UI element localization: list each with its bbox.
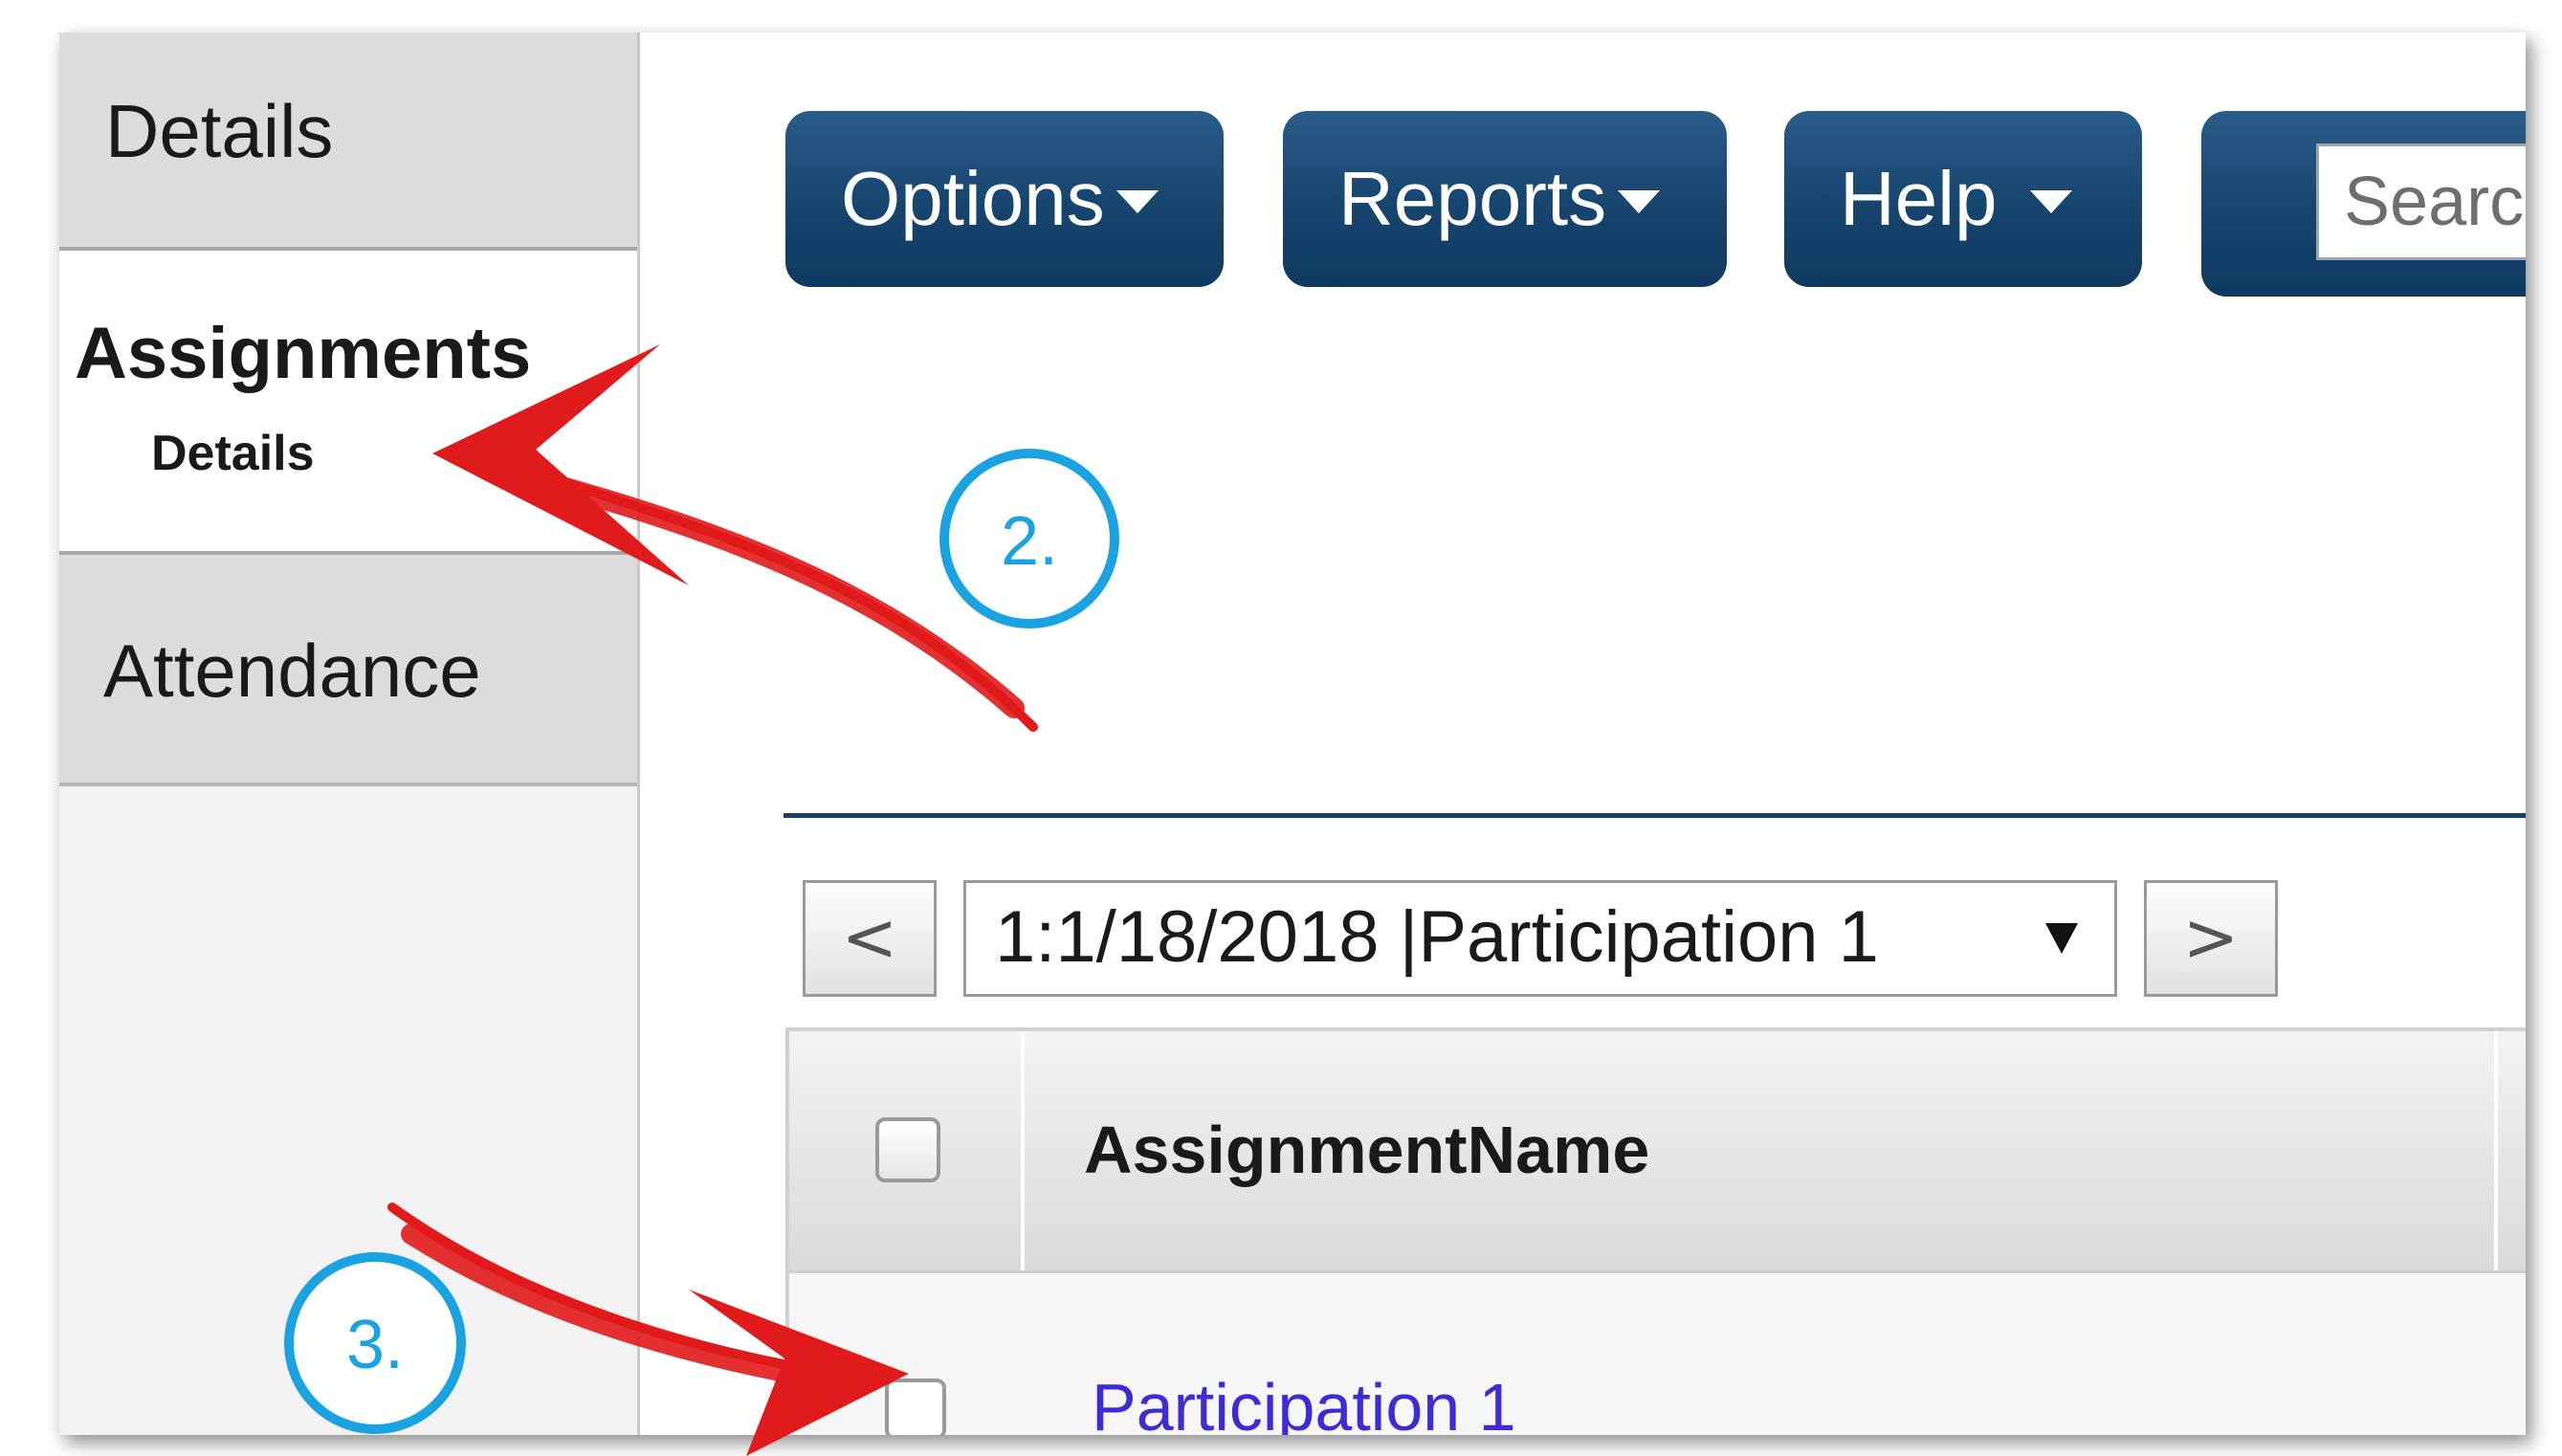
caret-down-icon: [2029, 189, 2072, 213]
assignments-table: AssignmentName D Participation 1 1: [785, 1027, 2526, 1435]
sidebar-item-assignments[interactable]: Assignments Details: [59, 251, 637, 555]
options-menu-button[interactable]: Options: [785, 111, 1224, 287]
table-header: AssignmentName D: [789, 1031, 2526, 1273]
assignment-select-value: 1:1/18/2018 |Participation 1: [995, 896, 1879, 978]
caret-down-icon: [1618, 189, 1661, 213]
row-checkbox[interactable]: [885, 1379, 946, 1435]
search-container: [2201, 111, 2526, 297]
sidebar-subitem-assignment-details[interactable]: Details: [151, 425, 315, 482]
options-button-label: Options: [841, 156, 1105, 241]
sidebar-item-details[interactable]: Details: [59, 33, 637, 251]
sidebar-item-label: Attendance: [103, 629, 481, 713]
search-input[interactable]: [2316, 143, 2526, 260]
select-all-checkbox[interactable]: [875, 1117, 940, 1182]
assignment-link[interactable]: Participation 1: [1092, 1369, 1516, 1435]
dropdown-arrow-icon: [2045, 923, 2078, 954]
main-content: Options Reports Help < 1:1/18/2018 |Part…: [640, 33, 2526, 1435]
app-window: Details Assignments Details Attendance O…: [59, 33, 2526, 1435]
previous-assignment-button[interactable]: <: [803, 880, 937, 997]
assignment-select[interactable]: 1:1/18/2018 |Participation 1: [963, 880, 2117, 997]
column-header-next[interactable]: D: [2498, 1031, 2526, 1270]
screenshot-stage: Details Assignments Details Attendance O…: [0, 0, 2562, 1456]
reports-menu-button[interactable]: Reports: [1283, 111, 1727, 287]
sidebar-item-label: Details: [105, 89, 334, 173]
next-assignment-button[interactable]: >: [2144, 880, 2278, 997]
sidebar-item-label: Assignments: [75, 313, 532, 394]
header-checkbox-cell: [789, 1031, 1025, 1270]
help-menu-button[interactable]: Help: [1784, 111, 2142, 287]
sidebar-item-attendance[interactable]: Attendance: [59, 555, 637, 786]
column-header-label: AssignmentName: [1084, 1113, 1650, 1187]
caret-down-icon: [1115, 189, 1159, 213]
help-button-label: Help: [1840, 156, 1998, 241]
section-divider: [784, 813, 2526, 818]
sidebar: Details Assignments Details Attendance: [59, 33, 640, 1435]
column-header-assignment-name[interactable]: AssignmentName: [1025, 1031, 2498, 1270]
reports-button-label: Reports: [1338, 156, 1607, 241]
table-row: Participation 1 1: [789, 1273, 2526, 1435]
